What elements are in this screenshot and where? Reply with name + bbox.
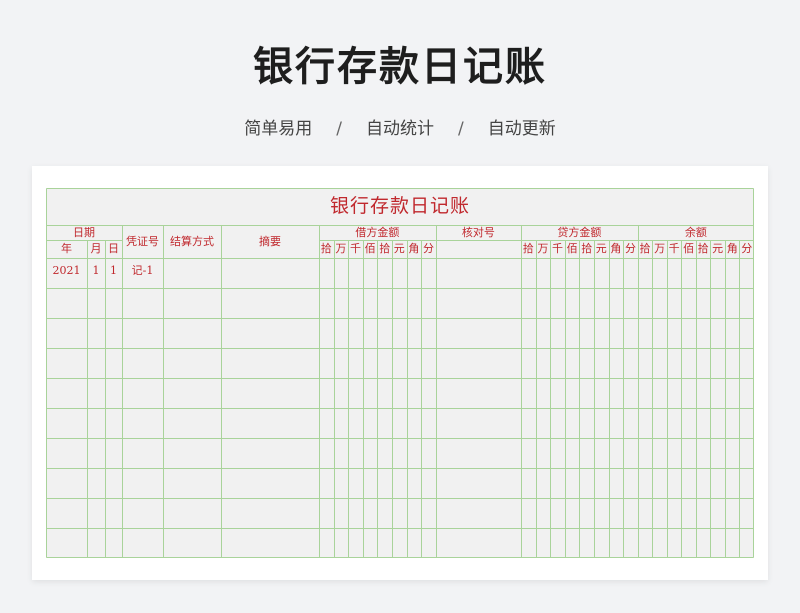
header-credit-digit: 分 <box>624 242 636 255</box>
header-day: 日 <box>108 242 119 255</box>
header-balance-digit: 佰 <box>683 242 695 255</box>
header-date: 日期 <box>73 226 95 239</box>
cell-month: 1 <box>92 264 100 277</box>
cell-year: 2021 <box>52 264 81 277</box>
header-debit: 借方金额 <box>355 226 400 239</box>
header-debit-digit: 角 <box>408 242 420 255</box>
separator: / <box>336 119 342 139</box>
header-debit-digit: 元 <box>393 242 405 255</box>
header-summary: 摘要 <box>259 235 281 248</box>
header-year: 年 <box>61 242 72 255</box>
header-credit-digit: 元 <box>595 242 607 255</box>
feature-list: 简单易用 / 自动统计 / 自动更新 <box>0 114 800 139</box>
header-credit-digit: 拾 <box>522 242 534 255</box>
header-credit-digit: 拾 <box>581 242 593 255</box>
feature-auto-update: 自动更新 <box>487 119 556 139</box>
header-voucher: 凭证号 <box>126 235 159 248</box>
cell-day: 1 <box>110 264 117 277</box>
header-debit-digit: 拾 <box>379 242 391 255</box>
header-debit-digit: 万 <box>335 242 347 255</box>
header-credit-digit: 角 <box>610 242 622 255</box>
header-balance-digit: 分 <box>741 242 753 255</box>
header-balance-digit: 角 <box>726 242 738 255</box>
header-balance: 余额 <box>684 226 707 239</box>
header-debit-digit: 分 <box>422 242 434 255</box>
header-balance-digit: 拾 <box>639 242 651 255</box>
header-month: 月 <box>90 242 102 255</box>
header-check-no: 核对号 <box>461 226 495 239</box>
header-credit: 贷方金额 <box>557 226 602 239</box>
separator: / <box>458 119 464 139</box>
feature-easy: 简单易用 <box>244 119 313 139</box>
header-debit-digit: 拾 <box>320 242 332 255</box>
header-settlement: 结算方式 <box>170 235 214 248</box>
header-credit-digit: 千 <box>551 242 563 255</box>
page-title: 银行存款日记账 <box>253 44 547 90</box>
header-debit-digit: 佰 <box>364 242 376 255</box>
header-debit-digit: 千 <box>349 242 361 255</box>
ledger-title: 银行存款日记账 <box>329 195 470 217</box>
cell-voucher: 记-1 <box>131 264 154 277</box>
header-balance-digit: 拾 <box>697 242 709 255</box>
header-balance-digit: 万 <box>654 242 666 255</box>
ledger-table: 银行存款日记账 日期年月日凭证号 结算方式 摘要 借方金额 核对号 贷方金额 余额拾拾拾万万… <box>46 188 754 558</box>
header-balance-digit: 千 <box>668 242 680 255</box>
header-credit-digit: 万 <box>537 242 549 255</box>
header-credit-digit: 佰 <box>566 242 578 255</box>
header-balance-digit: 元 <box>712 242 724 255</box>
feature-auto-stats: 自动统计 <box>366 119 434 139</box>
